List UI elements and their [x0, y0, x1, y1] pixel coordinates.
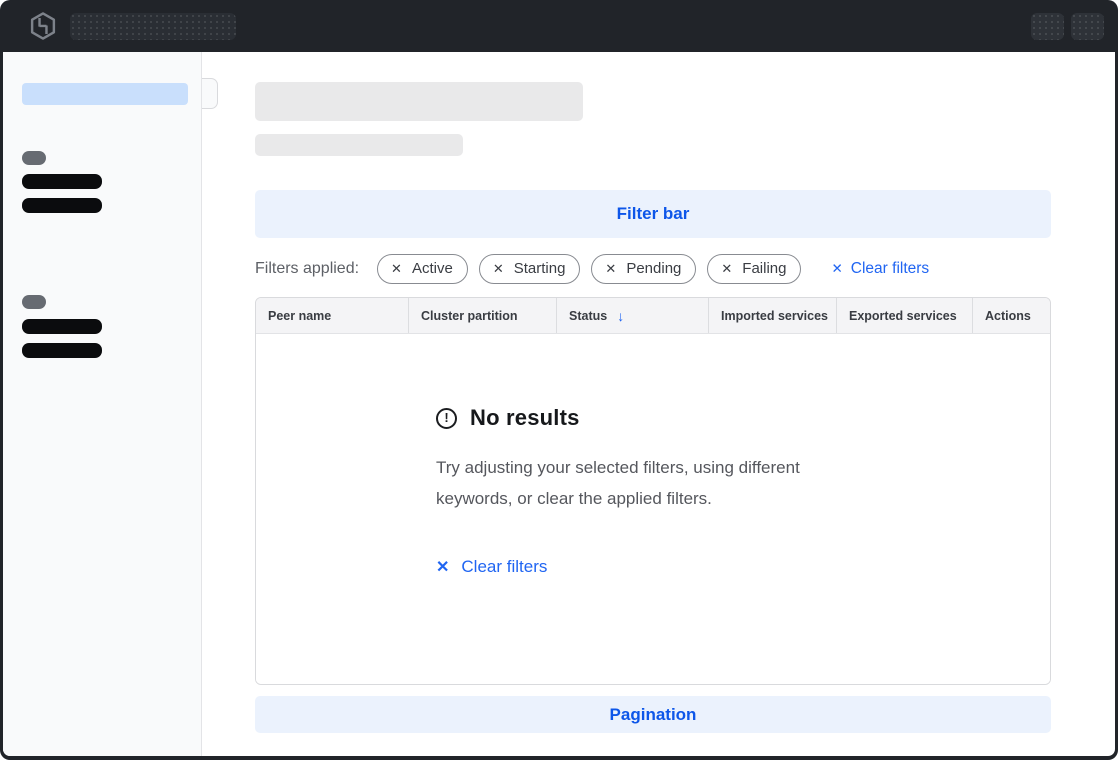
nav-actions: [1031, 13, 1104, 40]
app-window: Filter bar Filters applied: ✕ Active ✕ S…: [0, 0, 1118, 760]
filter-bar-placeholder: Filter bar: [255, 190, 1051, 238]
column-header-status[interactable]: Status ↓: [556, 298, 708, 333]
nav-action-skeleton-2[interactable]: [1071, 13, 1104, 40]
nav-search-skeleton[interactable]: [70, 13, 236, 40]
nav-action-skeleton-1[interactable]: [1031, 13, 1064, 40]
filter-pill-label: Pending: [626, 260, 681, 277]
app-body: Filter bar Filters applied: ✕ Active ✕ S…: [3, 52, 1115, 756]
top-navbar: [0, 0, 1118, 52]
page-title-skeleton: [255, 82, 583, 121]
empty-state-clear-filters-label: Clear filters: [461, 557, 547, 577]
filter-pill-failing[interactable]: ✕ Failing: [707, 254, 801, 284]
pagination-placeholder: Pagination: [255, 696, 1051, 733]
column-header-status-label: Status: [569, 309, 607, 323]
sidebar-collapse-handle[interactable]: [202, 78, 218, 109]
table-body: ! No results Try adjusting your selected…: [256, 334, 1050, 684]
clear-x-icon: ✕: [436, 557, 449, 577]
filter-pill-starting[interactable]: ✕ Starting: [479, 254, 581, 284]
sidebar: [3, 52, 202, 756]
filter-pill-label: Starting: [514, 260, 566, 277]
alert-circle-icon: !: [436, 408, 457, 429]
hashicorp-logo-icon: [28, 11, 58, 41]
column-header-actions: Actions: [972, 298, 1050, 333]
filters-applied-label: Filters applied:: [255, 260, 359, 278]
page-subtitle-skeleton: [255, 134, 463, 156]
table-header-row: Peer name Cluster partition Status ↓ Imp…: [256, 298, 1050, 334]
filter-bar-label: Filter bar: [617, 204, 690, 224]
sidebar-section-label-skeleton: [22, 151, 46, 165]
dismiss-icon: ✕: [391, 262, 402, 275]
main-content: Filter bar Filters applied: ✕ Active ✕ S…: [202, 52, 1115, 756]
dismiss-icon: ✕: [493, 262, 504, 275]
sidebar-selected-item-skeleton[interactable]: [22, 83, 188, 105]
sort-descending-icon: ↓: [617, 308, 624, 324]
filter-pill-label: Active: [412, 260, 453, 277]
clear-filters-link[interactable]: ✕ Clear filters: [831, 260, 929, 278]
filter-pill-pending[interactable]: ✕ Pending: [591, 254, 696, 284]
column-header-exported-services[interactable]: Exported services: [836, 298, 972, 333]
dismiss-icon: ✕: [605, 262, 616, 275]
empty-state: ! No results Try adjusting your selected…: [256, 334, 1050, 577]
column-header-peer-name[interactable]: Peer name: [256, 298, 408, 333]
sidebar-item-skeleton[interactable]: [22, 198, 102, 213]
filter-pill-active[interactable]: ✕ Active: [377, 254, 468, 284]
empty-state-title: No results: [470, 405, 580, 431]
peers-table: Peer name Cluster partition Status ↓ Imp…: [255, 297, 1051, 685]
pagination-label: Pagination: [610, 705, 697, 725]
clear-filters-label: Clear filters: [851, 260, 929, 278]
applied-filters-row: Filters applied: ✕ Active ✕ Starting ✕ P…: [255, 254, 1051, 284]
column-header-cluster-partition[interactable]: Cluster partition: [408, 298, 556, 333]
sidebar-item-skeleton[interactable]: [22, 343, 102, 358]
clear-x-icon: ✕: [831, 261, 842, 277]
dismiss-icon: ✕: [721, 262, 732, 275]
sidebar-item-skeleton[interactable]: [22, 174, 102, 189]
sidebar-section-label-skeleton: [22, 295, 46, 309]
empty-state-description: Try adjusting your selected filters, usi…: [436, 452, 846, 514]
filter-pill-label: Failing: [742, 260, 786, 277]
sidebar-item-skeleton[interactable]: [22, 319, 102, 334]
column-header-imported-services[interactable]: Imported services: [708, 298, 836, 333]
empty-state-clear-filters-link[interactable]: ✕ Clear filters: [436, 557, 547, 577]
